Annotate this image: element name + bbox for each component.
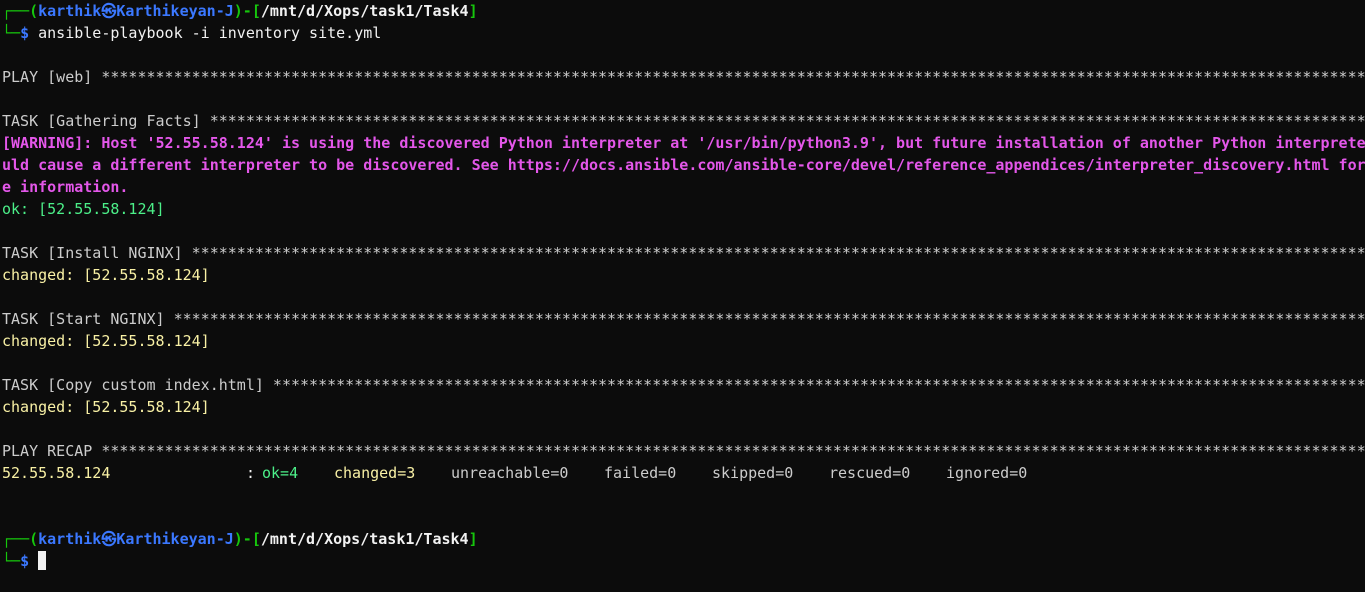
recap-rescued: rescued=0 (829, 464, 911, 482)
ok-result: ok: [52.55.58.124] (2, 200, 165, 218)
prompt-dollar: $ (20, 552, 30, 570)
prompt-close-paren: ) (233, 2, 243, 20)
recap-unreachable: unreachable=0 (451, 464, 569, 482)
warning-line-3: e information. (2, 178, 129, 196)
changed-start-result: changed: [52.55.58.124] (2, 332, 210, 350)
text-cursor[interactable] (38, 551, 47, 570)
prompt-line-top: ┌──(karthik㉿Karthikeyan-J)-[/mnt/d/Xops/… (2, 0, 1365, 22)
prompt-close-bracket: ] (468, 2, 478, 20)
prompt-close-bracket: ] (468, 530, 478, 548)
prompt-open-paren: ( (29, 2, 39, 20)
changed-install-result: changed: [52.55.58.124] (2, 266, 210, 284)
recap-changed: changed=3 (334, 464, 416, 482)
prompt-line-top-2: ┌──(karthik㉿Karthikeyan-J)-[/mnt/d/Xops/… (2, 528, 1365, 550)
prompt-host: Karthikeyan-J (116, 2, 234, 20)
prompt-dash: - (242, 2, 252, 20)
changed-copy-result: changed: [52.55.58.124] (2, 398, 210, 416)
recap-colon: : (246, 464, 256, 482)
play-header: PLAY [web] *****************************… (2, 68, 1365, 86)
recap-host: 52.55.58.124 (2, 464, 111, 482)
warning-line-1: [WARNING]: Host '52.55.58.124' is using … (2, 134, 1365, 152)
prompt-line-bottom-2[interactable]: └─$ (2, 550, 1365, 572)
prompt-frame-bottom: └─ (2, 552, 21, 570)
prompt-user: karthik (38, 530, 102, 548)
prompt-at-icon: ㉿ (101, 2, 117, 20)
task-copy-index: TASK [Copy custom index.html] **********… (2, 376, 1365, 394)
prompt-open-paren: ( (29, 530, 39, 548)
prompt-at-icon: ㉿ (101, 530, 117, 548)
prompt-frame-top: ┌── (2, 2, 30, 20)
prompt-user: karthik (38, 2, 102, 20)
prompt-close-paren: ) (233, 530, 243, 548)
command-text: ansible-playbook -i inventory site.yml (38, 24, 382, 42)
prompt-line-bottom: └─$ ansible-playbook -i inventory site.y… (2, 22, 1365, 44)
task-install-nginx: TASK [Install NGINX] *******************… (2, 244, 1365, 262)
play-recap-header: PLAY RECAP *****************************… (2, 442, 1365, 460)
recap-row: 52.55.58.124: ok=4 changed=3 unreachable=0 f… (2, 462, 1365, 484)
prompt-host: Karthikeyan-J (116, 530, 234, 548)
recap-ok: ok=4 (262, 464, 299, 482)
prompt-frame-top: ┌── (2, 530, 30, 548)
terminal-window[interactable]: ┌──(karthik㉿Karthikeyan-J)-[/mnt/d/Xops/… (0, 0, 1365, 592)
prompt-open-bracket: [ (251, 530, 261, 548)
prompt-path: /mnt/d/Xops/task1/Task4 (260, 2, 469, 20)
task-gathering-facts: TASK [Gathering Facts] *****************… (2, 112, 1365, 130)
prompt-dash: - (242, 530, 252, 548)
recap-failed: failed=0 (604, 464, 677, 482)
recap-skipped: skipped=0 (712, 464, 794, 482)
prompt-path: /mnt/d/Xops/task1/Task4 (260, 530, 469, 548)
prompt-open-bracket: [ (251, 2, 261, 20)
prompt-dollar: $ (20, 24, 30, 42)
prompt-frame-bottom: └─ (2, 24, 21, 42)
task-start-nginx: TASK [Start NGINX] *********************… (2, 310, 1365, 328)
warning-line-2: uld cause a different interpreter to be … (2, 156, 1365, 174)
recap-ignored: ignored=0 (946, 464, 1028, 482)
